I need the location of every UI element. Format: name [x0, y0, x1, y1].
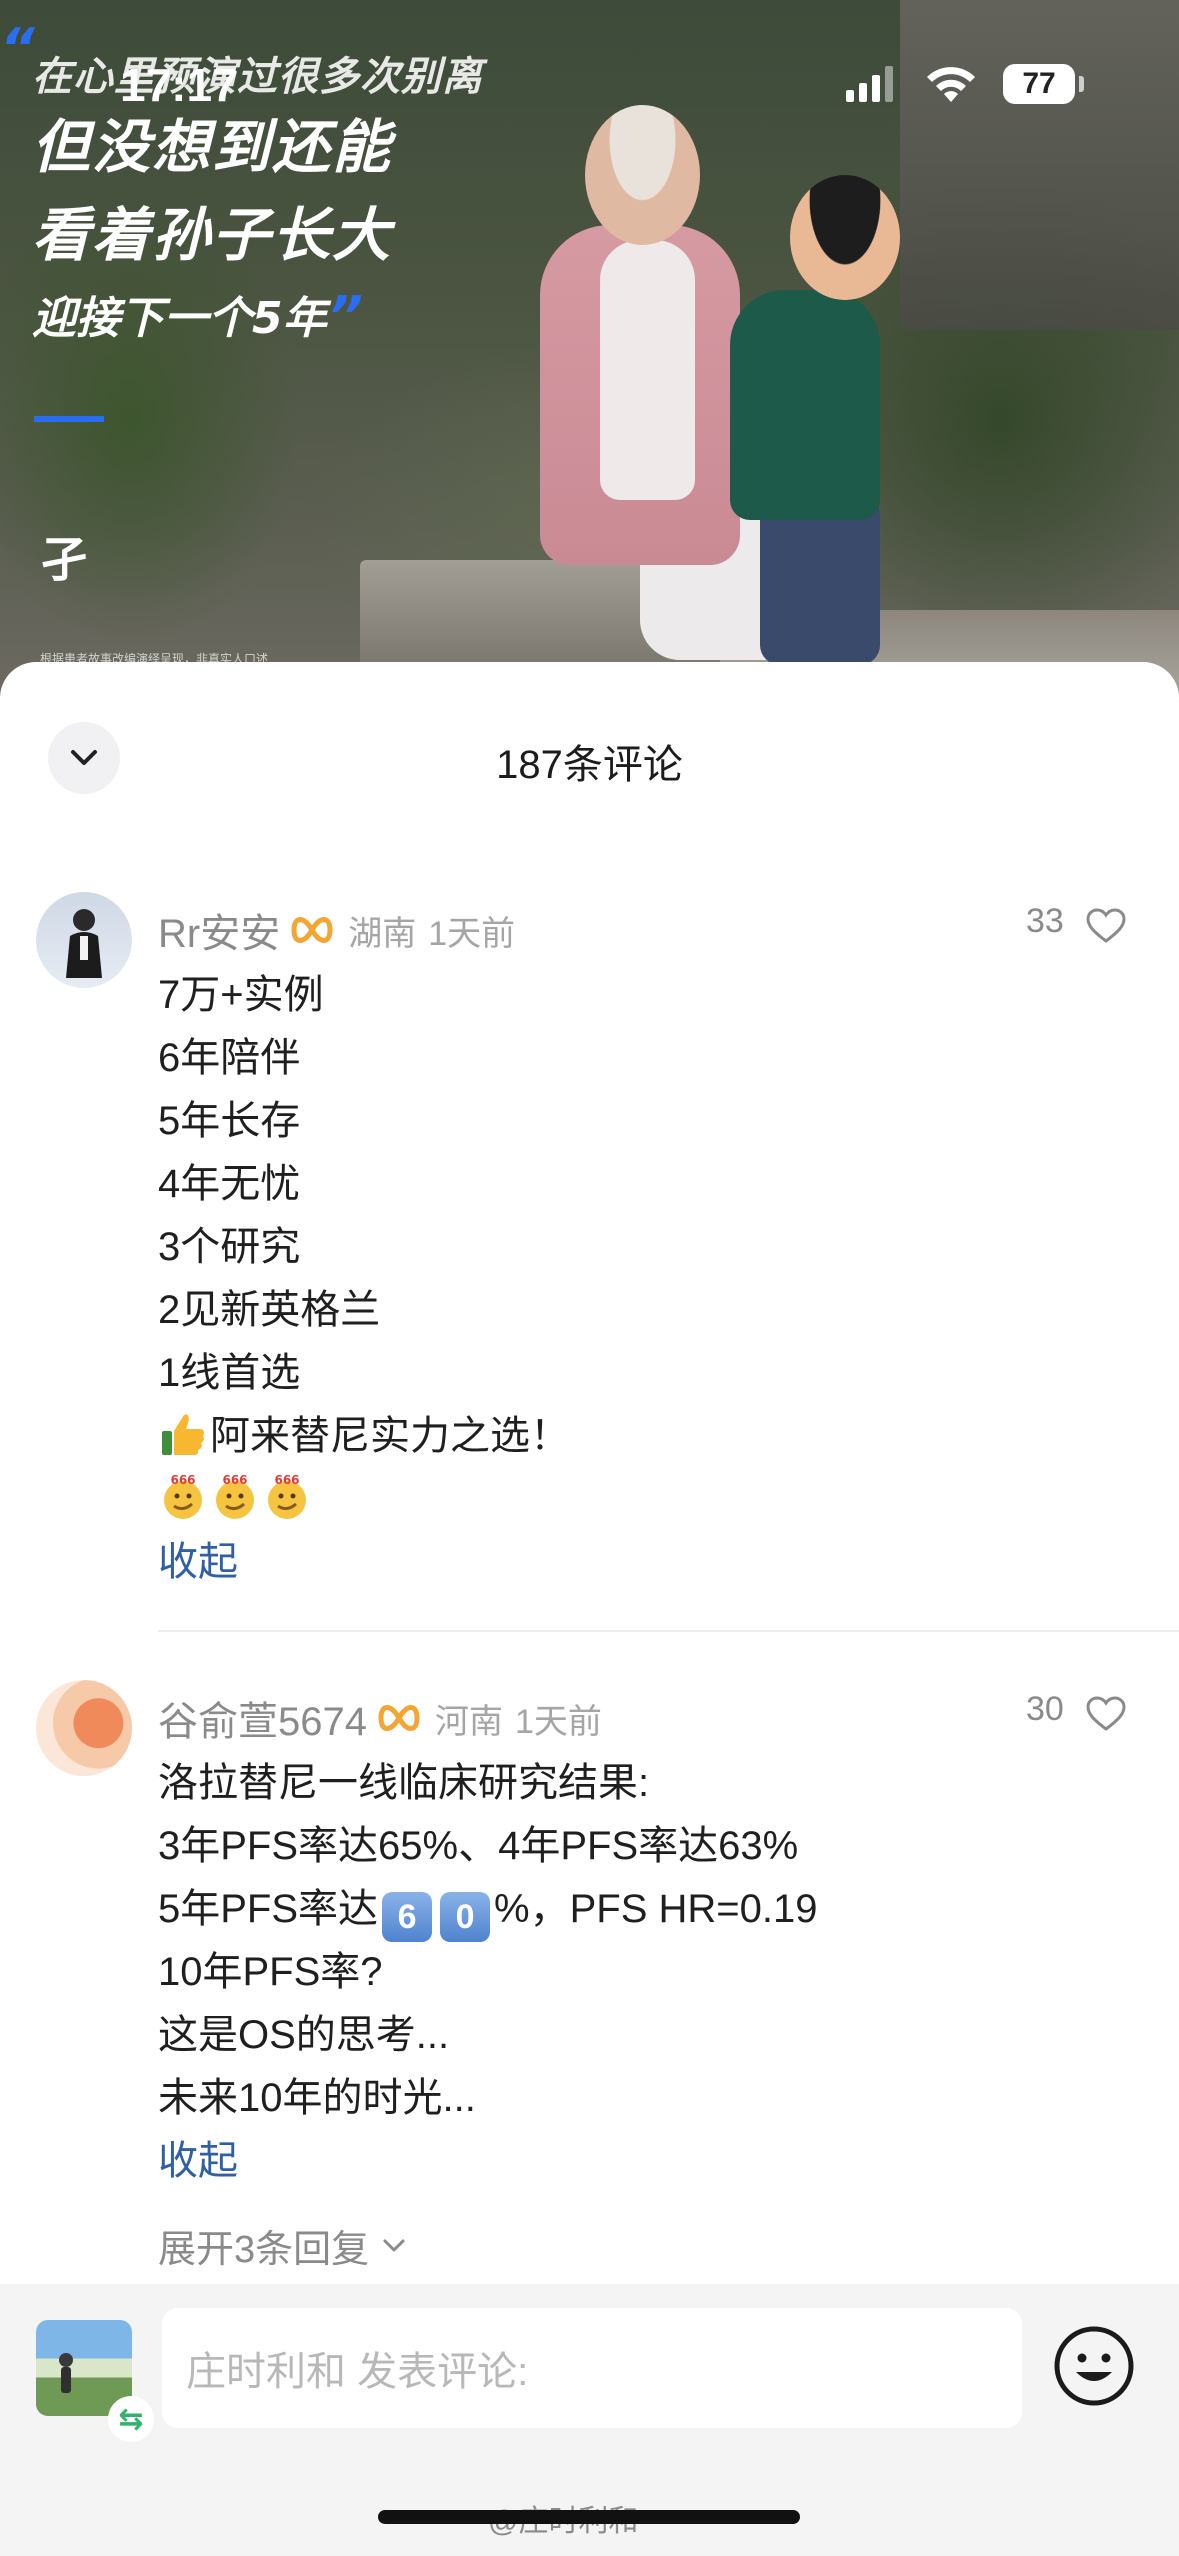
comment-line-text: 5年PFS率达	[158, 1887, 379, 1931]
infinity-badge-icon	[378, 1705, 420, 1731]
comment-location: 湖南	[348, 914, 417, 953]
comment-line: 10年PFS率?	[158, 1950, 383, 1994]
comment-location: 河南	[434, 1702, 503, 1741]
666-emoji: 666	[268, 1473, 306, 1519]
grandma-shirt	[600, 240, 695, 500]
infinity-badge-icon	[291, 917, 333, 943]
comment-line: 7万+实例	[158, 973, 324, 1017]
comment-line: 未来10年的时光...	[158, 2076, 476, 2120]
avatar-figure-icon	[66, 909, 102, 978]
like-count: 30	[1026, 1690, 1064, 1728]
comment-line-emojis: 666 666 666	[158, 1468, 1158, 1531]
666-emoji: 666	[216, 1473, 254, 1519]
comment-line-text: 阿来替尼实力之选！	[210, 1414, 570, 1458]
battery-indicator: 77	[1003, 64, 1075, 104]
666-emoji: 666	[164, 1473, 202, 1519]
heart-icon[interactable]	[1086, 1696, 1126, 1732]
comment-count-title: 187条评论	[496, 743, 683, 787]
wifi-icon	[927, 67, 975, 102]
background-building	[900, 0, 1179, 330]
subtitle-fragment: 孑	[40, 532, 89, 588]
comment-line: 3年PFS率达65%、4年PFS率达63%	[158, 1824, 799, 1868]
switch-account-icon[interactable]: ⇆	[108, 2396, 154, 2442]
username[interactable]: Rr安安	[158, 901, 280, 959]
quote-line-2: 但没想到还能	[32, 113, 393, 181]
comment-divider	[158, 1630, 1179, 1632]
comment-body: 洛拉替尼一线临床研究结果: 3年PFS率达65%、4年PFS率达63% 5年PF…	[158, 1752, 1158, 2193]
comment-line: 3个研究	[158, 1225, 301, 1269]
comment-header: 谷俞萱5674 河南 1天前	[158, 1690, 602, 1746]
expand-replies-button[interactable]: 展开3条回复	[158, 2218, 407, 2273]
chevron-down-icon	[383, 2239, 405, 2251]
quote-line-1: 在心里预演过很多次别离	[32, 54, 483, 100]
svg-text:666: 666	[222, 1473, 247, 1487]
svg-text:666: 666	[170, 1473, 195, 1487]
home-indicator[interactable]	[378, 2510, 800, 2524]
child-figure	[730, 290, 880, 520]
comment-time: 1天前	[514, 1702, 602, 1741]
comment-line: 6年陪伴	[158, 1036, 301, 1080]
cellular-signal-icon	[846, 66, 893, 102]
smiley-icon[interactable]	[1052, 2324, 1136, 2408]
child-legs	[760, 495, 880, 665]
comment-line: 洛拉替尼一线临床研究结果:	[158, 1761, 650, 1805]
quote-line-3: 看着孙子长大	[32, 201, 393, 269]
quote-line-4: 迎接下一个5年	[32, 293, 327, 344]
comment-sheet: 187条评论 Rr安安 湖南 1天前 33 7万+实例 6年陪伴 5年长存 4年…	[0, 662, 1179, 2556]
like-count: 33	[1026, 902, 1064, 940]
open-quote-mark: “	[0, 17, 35, 80]
comment-body: 7万+实例 6年陪伴 5年长存 4年无忧 3个研究 2见新英格兰 1线首选 阿来…	[158, 964, 1158, 1594]
video-player[interactable]: “ 在心里预演过很多次别离 但没想到还能 看着孙子长大 迎接下一个5年 ” 孑 …	[0, 0, 1179, 700]
avatar[interactable]	[36, 1680, 132, 1776]
expand-replies-label: 展开3条回复	[158, 2229, 370, 2271]
heart-icon[interactable]	[1086, 908, 1126, 944]
comment-line-keycaps: 5年PFS率达 6 0 %，PFS HR=0.19	[158, 1878, 1158, 1942]
keycap-0-emoji: 0	[440, 1892, 491, 1942]
comment-line: 1线首选	[158, 1351, 301, 1395]
comment-header: Rr安安 湖南 1天前	[158, 902, 515, 958]
thumbs-up-emoji	[162, 1414, 204, 1455]
battery-nub	[1079, 76, 1084, 92]
comment-input[interactable]: 庄时利和 发表评论:	[162, 2308, 1022, 2428]
comment-line: 4年无忧	[158, 1162, 301, 1206]
collapse-comment-link[interactable]: 收起	[158, 1531, 1158, 1594]
comment-line: 2见新英格兰	[158, 1288, 381, 1332]
avatar[interactable]	[36, 892, 132, 988]
comment-line: 这是OS的思考...	[158, 2013, 450, 2057]
username[interactable]: 谷俞萱5674	[158, 1689, 367, 1747]
accent-line	[34, 416, 104, 422]
comment-line-thumbs: 阿来替尼实力之选！	[158, 1405, 1158, 1468]
comment-line-suffix: %，PFS HR=0.19	[494, 1887, 818, 1931]
keycap-6-emoji: 6	[382, 1892, 433, 1942]
comment-time: 1天前	[428, 914, 516, 953]
status-time: 17:17	[120, 59, 238, 111]
child-head	[790, 175, 900, 300]
comment-line: 5年长存	[158, 1099, 301, 1143]
close-quote-mark: ”	[328, 285, 363, 348]
collapse-comment-link[interactable]: 收起	[158, 2130, 1158, 2193]
svg-text:666: 666	[274, 1473, 299, 1487]
grandma-head	[585, 105, 700, 245]
